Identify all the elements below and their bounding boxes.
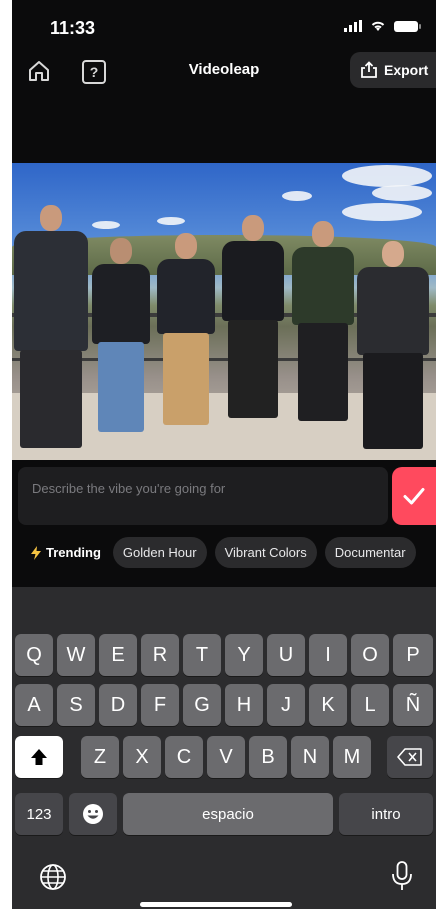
video-preview[interactable] (12, 163, 436, 460)
export-icon (361, 61, 377, 78)
key-a[interactable]: A (15, 684, 53, 726)
signal-icon (344, 20, 362, 32)
key-k[interactable]: K (309, 684, 347, 726)
battery-icon (394, 20, 421, 32)
status-icons (344, 20, 421, 32)
key-h[interactable]: H (225, 684, 263, 726)
space-key[interactable]: espacio (123, 793, 333, 835)
backspace-icon (397, 748, 422, 766)
key-i[interactable]: I (309, 634, 347, 676)
confirm-button[interactable] (392, 467, 436, 525)
emoji-key[interactable] (69, 793, 117, 835)
chip-vibrant-colors[interactable]: Vibrant Colors (214, 537, 317, 568)
status-time: 11:33 (50, 18, 96, 38)
key-w[interactable]: W (57, 634, 95, 676)
keyboard: Q W E R T Y U I O P A S D F G H J K L Ñ (12, 587, 436, 909)
return-key[interactable]: intro (339, 793, 433, 835)
home-indicator[interactable] (140, 902, 292, 907)
key-m[interactable]: M (333, 736, 371, 778)
key-o[interactable]: O (351, 634, 389, 676)
shift-icon (31, 749, 47, 765)
key-n[interactable]: N (291, 736, 329, 778)
key-j[interactable]: J (267, 684, 305, 726)
key-s[interactable]: S (57, 684, 95, 726)
numbers-key[interactable]: 123 (15, 793, 63, 835)
key-x[interactable]: X (123, 736, 161, 778)
key-d[interactable]: D (99, 684, 137, 726)
key-u[interactable]: U (267, 634, 305, 676)
key-c[interactable]: C (165, 736, 203, 778)
key-e[interactable]: E (99, 634, 137, 676)
key-t[interactable]: T (183, 634, 221, 676)
key-l[interactable]: L (351, 684, 389, 726)
key-f[interactable]: F (141, 684, 179, 726)
emoji-icon (83, 804, 103, 824)
export-button[interactable]: Export (350, 52, 436, 88)
export-label: Export (384, 62, 429, 78)
shift-key[interactable] (15, 736, 63, 778)
wifi-icon (371, 21, 385, 31)
key-b[interactable]: B (249, 736, 287, 778)
chip-golden-hour[interactable]: Golden Hour (112, 537, 207, 568)
key-r[interactable]: R (141, 634, 179, 676)
key-p[interactable]: P (393, 634, 433, 676)
backspace-key[interactable] (387, 736, 433, 778)
lightning-icon (31, 545, 41, 560)
style-chips: Trending Golden Hour Vibrant Colors Docu… (30, 537, 416, 568)
vibe-prompt-box[interactable] (18, 467, 388, 525)
check-icon (403, 488, 425, 505)
key-q[interactable]: Q (15, 634, 53, 676)
globe-icon[interactable] (39, 863, 67, 891)
key-z[interactable]: Z (81, 736, 119, 778)
vibe-prompt-input[interactable] (30, 477, 374, 499)
key-y[interactable]: Y (225, 634, 263, 676)
key-g[interactable]: G (183, 684, 221, 726)
chip-documentary[interactable]: Documentar (324, 537, 416, 568)
trending-label[interactable]: Trending (30, 545, 101, 560)
key-v[interactable]: V (207, 736, 245, 778)
app-screen: 11:33 ? Videoleap Export Describe the vi… (12, 0, 436, 909)
key-n-tilde[interactable]: Ñ (393, 684, 433, 726)
microphone-icon[interactable] (391, 861, 413, 891)
